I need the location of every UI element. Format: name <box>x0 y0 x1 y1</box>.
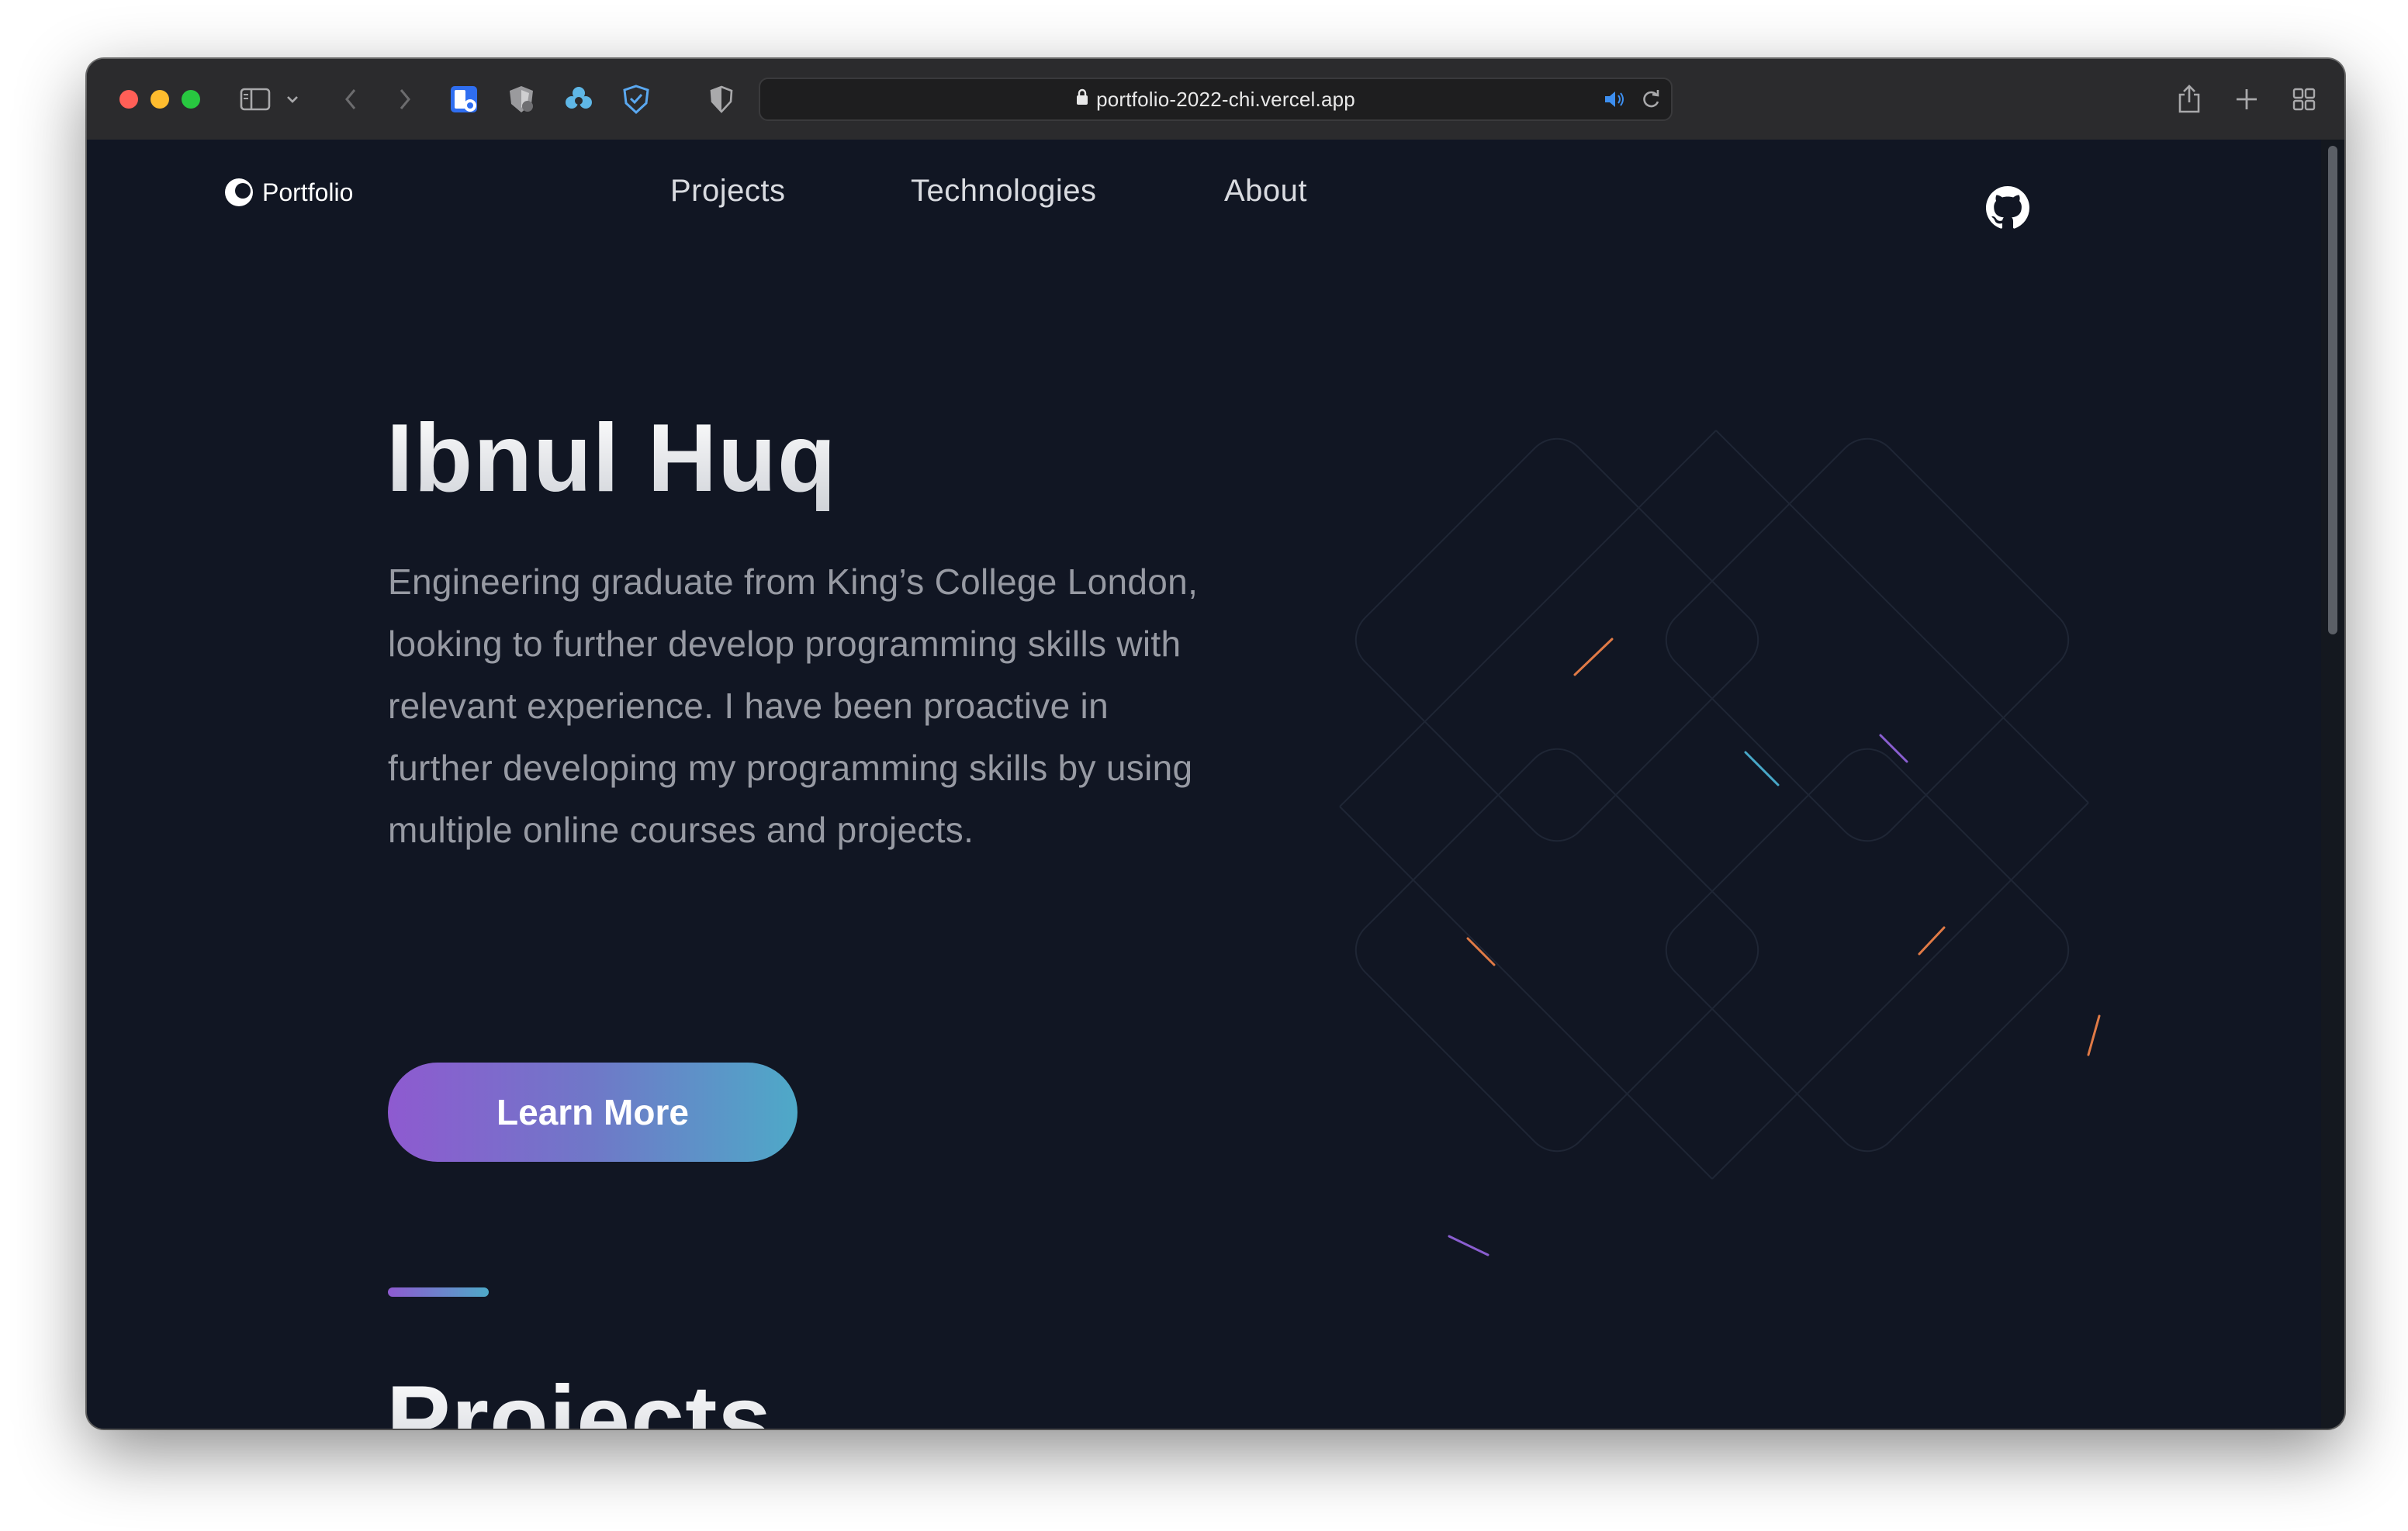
section-divider <box>388 1287 489 1297</box>
decor-streak <box>1466 937 1496 966</box>
logo-text: Portfolio <box>262 178 354 206</box>
browser-toolbar: portfolio-2022-chi.vercel.app <box>87 59 2344 141</box>
privacy-report-icon[interactable] <box>706 78 737 121</box>
share-icon[interactable] <box>2172 78 2206 121</box>
decor-streak <box>2087 1014 2101 1056</box>
check-shield-extension-icon[interactable] <box>619 78 653 121</box>
decor-streak <box>1879 734 1908 763</box>
logo-mark-icon <box>225 178 253 206</box>
shield-extension-icon[interactable] <box>504 78 538 121</box>
scrollbar[interactable] <box>2321 140 2344 1429</box>
page-content: Portfolio Projects Technologies About Ib… <box>87 140 2321 1429</box>
forward-icon[interactable] <box>389 78 420 121</box>
lock-icon <box>1076 78 1088 119</box>
site-logo[interactable]: Portfolio <box>223 177 353 208</box>
nav-technologies[interactable]: Technologies <box>911 174 1097 209</box>
decor-streak <box>1448 1235 1489 1256</box>
hero-title: Ibnul Huq <box>386 405 837 512</box>
tab-overview-icon[interactable] <box>2289 78 2320 121</box>
close-window-button[interactable] <box>119 90 138 109</box>
nav-about[interactable]: About <box>1224 174 1307 209</box>
learn-more-button[interactable]: Learn More <box>388 1063 797 1162</box>
password-extension-icon[interactable] <box>447 78 481 121</box>
decor-streak <box>1744 751 1780 786</box>
hero-description: Engineering graduate from King’s College… <box>388 562 1199 850</box>
decor-streak <box>1573 638 1614 676</box>
scrollbar-thumb[interactable] <box>2328 146 2337 634</box>
sidebar-toggle-icon[interactable] <box>237 78 273 121</box>
back-icon[interactable] <box>335 78 366 121</box>
chevron-down-icon[interactable] <box>284 78 301 121</box>
speaker-icon[interactable] <box>1603 88 1626 114</box>
url-text: portfolio-2022-chi.vercel.app <box>1096 88 1355 111</box>
projects-title: Projects <box>386 1365 772 1429</box>
browser-window: portfolio-2022-chi.vercel.app Portfolio … <box>87 59 2344 1429</box>
reload-icon[interactable] <box>1640 88 1662 114</box>
flower-extension-icon[interactable] <box>562 78 596 121</box>
minimize-window-button[interactable] <box>150 90 169 109</box>
nav-projects[interactable]: Projects <box>670 174 786 209</box>
new-tab-icon[interactable] <box>2231 78 2262 121</box>
address-bar[interactable]: portfolio-2022-chi.vercel.app <box>759 78 1673 121</box>
github-icon[interactable] <box>1986 186 2029 230</box>
maximize-window-button[interactable] <box>182 90 200 109</box>
hero-decoration <box>1339 430 2101 1256</box>
